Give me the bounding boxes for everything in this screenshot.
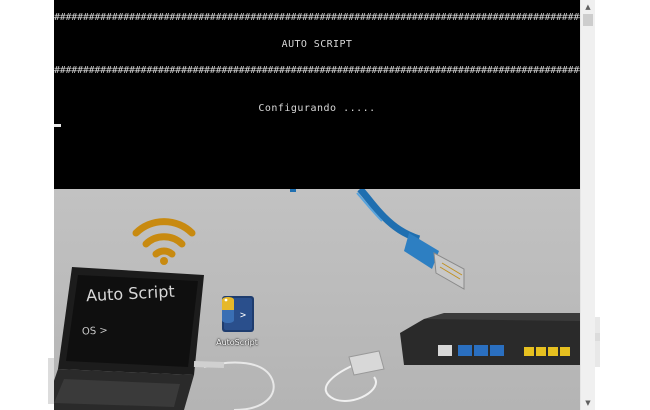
console-border-top: ########################################… [54,12,580,23]
desktop-shortcut-autoscript[interactable]: > AutoScript [214,294,260,354]
python-script-icon: > [222,296,254,332]
chevron-up-icon[interactable]: ▲ [581,0,595,14]
router-illustration [400,313,580,365]
console-title: AUTO SCRIPT [281,39,353,50]
console-window[interactable]: ########################################… [54,0,580,189]
console-status: Configurando ..... [258,103,376,114]
console-cursor [54,124,61,127]
vertical-scrollbar[interactable]: ▲ ▼ [580,0,595,410]
window-edge-shadow [48,358,54,404]
chevron-down-icon[interactable]: ▼ [581,396,595,410]
svg-text:>: > [240,310,246,321]
laptop-screen-prompt: OS > [81,325,109,338]
shortcut-label: AutoScript [216,338,258,347]
desktop-wallpaper: Auto Script OS > > AutoScript [54,189,580,410]
scrollbar-thumb[interactable] [583,14,593,26]
console-border-bottom: ########################################… [54,65,580,76]
